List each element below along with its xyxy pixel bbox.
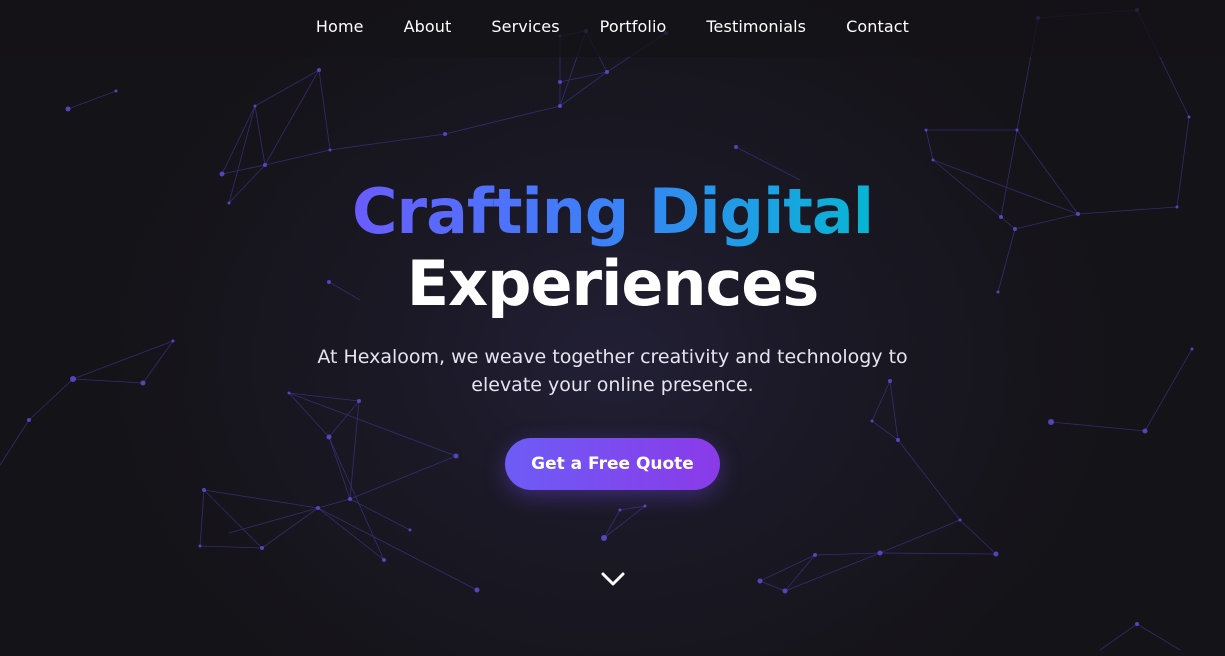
hero-title-line2: Experiences: [406, 247, 820, 320]
nav-item-home[interactable]: Home: [316, 17, 364, 36]
nav-item-testimonials[interactable]: Testimonials: [706, 17, 806, 36]
get-free-quote-button[interactable]: Get a Free Quote: [505, 438, 720, 490]
chevron-down-icon[interactable]: [600, 569, 626, 589]
hero-subtitle: At Hexaloom, we weave together creativit…: [317, 346, 908, 396]
hero-section: Home About Services Portfolio Testimonia…: [0, 0, 1225, 656]
hero-title-line1: Crafting Digital: [352, 175, 874, 248]
main-navigation: Home About Services Portfolio Testimonia…: [0, 0, 1225, 57]
nav-item-services[interactable]: Services: [491, 17, 559, 36]
nav-item-portfolio[interactable]: Portfolio: [600, 17, 667, 36]
particle-network-background: [0, 8, 1194, 651]
nav-item-contact[interactable]: Contact: [846, 17, 909, 36]
nav-item-about[interactable]: About: [404, 17, 452, 36]
hero-title: Crafting Digital Experiences: [0, 176, 1225, 320]
